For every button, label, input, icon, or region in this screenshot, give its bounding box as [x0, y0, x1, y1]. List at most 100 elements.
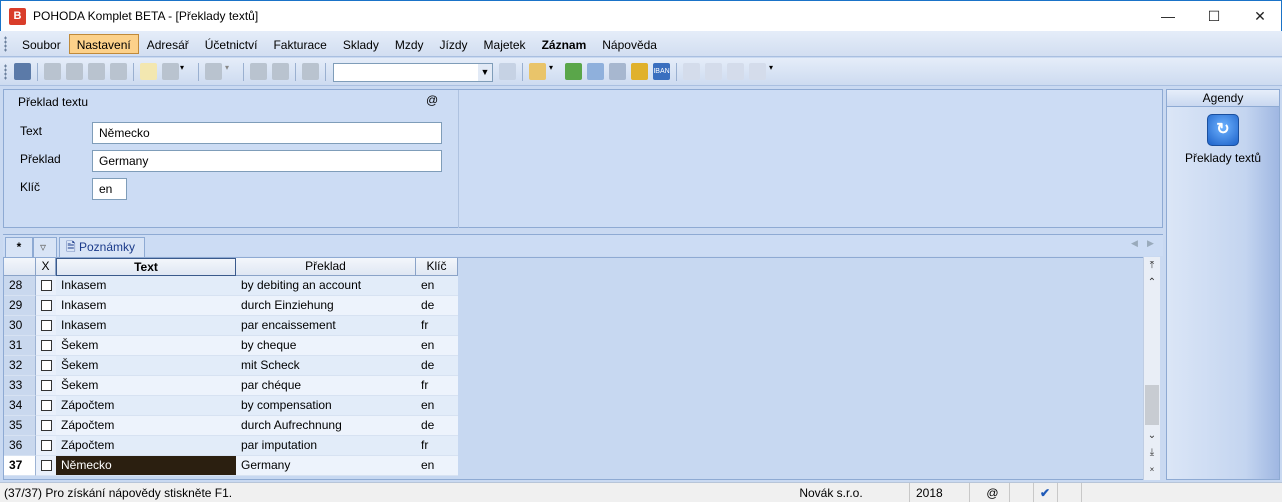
menu-mzdy[interactable]: Mzdy: [387, 34, 432, 54]
tab-scroll-right-icon[interactable]: ▶: [1147, 238, 1154, 249]
row-checkbox[interactable]: [36, 416, 56, 436]
scroll-down-icon[interactable]: ⌄: [1144, 428, 1160, 444]
table-row[interactable]: 28 Inkasem by debiting an account en: [4, 276, 458, 296]
menu-majetek[interactable]: Majetek: [476, 34, 534, 54]
help-icon[interactable]: [749, 63, 766, 80]
cell-preklad[interactable]: by debiting an account: [236, 276, 416, 296]
print-icon[interactable]: [66, 63, 83, 80]
cell-preklad[interactable]: par chéque: [236, 376, 416, 396]
coins-icon[interactable]: [631, 63, 648, 80]
header-text[interactable]: Text: [56, 258, 236, 276]
cell-klic[interactable]: de: [416, 416, 458, 436]
cell-text[interactable]: Šekem: [56, 356, 236, 376]
scroll-bottom-icon[interactable]: ⤓: [1144, 445, 1160, 461]
cell-klic[interactable]: fr: [416, 316, 458, 336]
iban-icon[interactable]: IBAN: [653, 63, 670, 80]
calendar-icon[interactable]: [609, 63, 626, 80]
table-row-selected[interactable]: 37 Německo Germany en: [4, 456, 458, 476]
table-row[interactable]: 29 Inkasem durch Einziehung de: [4, 296, 458, 316]
cell-klic[interactable]: de: [416, 296, 458, 316]
chevron-down-icon[interactable]: ▾: [769, 63, 777, 80]
row-checkbox[interactable]: [36, 356, 56, 376]
tab-new[interactable]: *: [5, 237, 33, 257]
chevron-down-icon[interactable]: ▼: [478, 64, 492, 81]
cell-preklad[interactable]: by compensation: [236, 396, 416, 416]
cell-text[interactable]: Německo: [56, 456, 236, 476]
message-icon[interactable]: [683, 63, 700, 80]
row-checkbox[interactable]: [36, 296, 56, 316]
header-preklad[interactable]: Překlad: [236, 258, 416, 276]
table-row[interactable]: 36 Zápočtem par imputation fr: [4, 436, 458, 456]
minimize-button[interactable]: —: [1145, 1, 1191, 31]
menu-fakturace[interactable]: Fakturace: [265, 34, 334, 54]
cell-klic[interactable]: de: [416, 356, 458, 376]
close-button[interactable]: ✕: [1237, 1, 1282, 31]
menu-napoveda[interactable]: Nápověda: [594, 34, 665, 54]
row-checkbox[interactable]: [36, 276, 56, 296]
folder-icon[interactable]: [529, 63, 546, 80]
export-icon[interactable]: [110, 63, 127, 80]
cell-klic[interactable]: en: [416, 276, 458, 296]
preview-icon[interactable]: [88, 63, 105, 80]
cell-text[interactable]: Inkasem: [56, 316, 236, 336]
cell-text[interactable]: Inkasem: [56, 276, 236, 296]
menu-grip[interactable]: [4, 36, 7, 52]
back-arrow-icon[interactable]: [205, 63, 222, 80]
cell-text[interactable]: Inkasem: [56, 296, 236, 316]
cell-preklad[interactable]: durch Einziehung: [236, 296, 416, 316]
cell-text[interactable]: Šekem: [56, 336, 236, 356]
copy-doc-icon[interactable]: [44, 63, 61, 80]
chevron-down-icon[interactable]: ▾: [549, 63, 557, 80]
row-checkbox[interactable]: [36, 436, 56, 456]
cell-klic[interactable]: en: [416, 456, 458, 476]
filter-combo[interactable]: ▼: [333, 63, 493, 82]
menu-nastaveni[interactable]: Nastavení: [68, 34, 139, 54]
table-row[interactable]: 33 Šekem par chéque fr: [4, 376, 458, 396]
klic-input[interactable]: en: [92, 178, 127, 200]
menu-ucetnictvi[interactable]: Účetnictví: [197, 34, 266, 54]
header-x[interactable]: X: [36, 258, 56, 276]
cell-preklad[interactable]: mit Scheck: [236, 356, 416, 376]
tab-poznamky[interactable]: 🗎 Poznámky: [59, 237, 145, 257]
cell-preklad[interactable]: Germany: [236, 456, 416, 476]
filter-icon[interactable]: [499, 63, 516, 80]
row-checkbox[interactable]: [36, 396, 56, 416]
chevron-down-icon[interactable]: ▾: [225, 63, 233, 80]
tab-filter[interactable]: ▿: [33, 237, 57, 257]
menu-soubor[interactable]: Soubor: [14, 34, 69, 54]
cell-preklad[interactable]: par imputation: [236, 436, 416, 456]
cell-klic[interactable]: fr: [416, 376, 458, 396]
cell-klic[interactable]: en: [416, 336, 458, 356]
calculator-icon[interactable]: [587, 63, 604, 80]
agendy-item-label[interactable]: Překlady textů: [1167, 151, 1279, 165]
save-icon[interactable]: [250, 63, 267, 80]
row-checkbox[interactable]: [36, 336, 56, 356]
scroll-up-icon[interactable]: ⌃: [1144, 275, 1160, 291]
toolbar-grip[interactable]: [4, 64, 7, 80]
vertical-scrollbar[interactable]: ⤒ ⌃ ⌄ ⤓ ×: [1143, 257, 1160, 480]
list-icon[interactable]: [705, 63, 722, 80]
row-checkbox[interactable]: [36, 316, 56, 336]
text-input[interactable]: Německo: [92, 122, 442, 144]
paste-icon[interactable]: [302, 63, 319, 80]
scroll-close-icon[interactable]: ×: [1144, 462, 1160, 478]
maximize-button[interactable]: ☐: [1191, 1, 1237, 31]
scroll-top-icon[interactable]: ⤒: [1144, 258, 1160, 274]
confirm-icon[interactable]: [162, 63, 179, 80]
translate-icon[interactable]: ↻: [1207, 114, 1239, 146]
note-icon[interactable]: [727, 63, 744, 80]
cell-text[interactable]: Zápočtem: [56, 436, 236, 456]
cell-klic[interactable]: en: [416, 396, 458, 416]
row-checkbox[interactable]: [36, 456, 56, 476]
tab-scroll-left-icon[interactable]: ◀: [1131, 238, 1138, 249]
cell-preklad[interactable]: by cheque: [236, 336, 416, 356]
table-row[interactable]: 31 Šekem by cheque en: [4, 336, 458, 356]
table-row[interactable]: 35 Zápočtem durch Aufrechnung de: [4, 416, 458, 436]
table-row[interactable]: 30 Inkasem par encaissement fr: [4, 316, 458, 336]
exit-icon[interactable]: [14, 63, 31, 80]
cell-text[interactable]: Zápočtem: [56, 416, 236, 436]
menu-adresar[interactable]: Adresář: [139, 34, 197, 54]
save-all-icon[interactable]: [272, 63, 289, 80]
cell-text[interactable]: Zápočtem: [56, 396, 236, 416]
header-klic[interactable]: Klíč: [416, 258, 458, 276]
